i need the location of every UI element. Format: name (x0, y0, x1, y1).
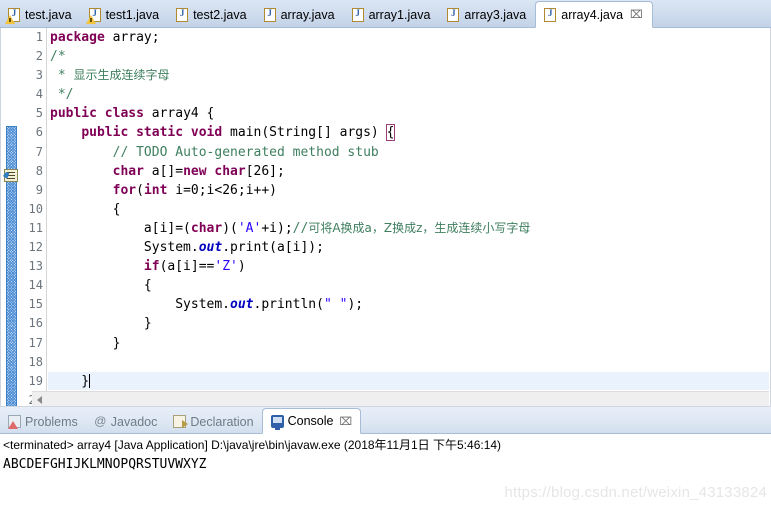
line-number: 7 (35, 144, 43, 159)
editor-tab-label: test.java (25, 8, 72, 22)
console-output: ABCDEFGHIJKLMNOPQRSTUVWXYZ (3, 457, 207, 472)
java-file-warning-icon (85, 8, 101, 24)
tab-declaration[interactable]: Declaration (165, 410, 261, 433)
code-line: */ (50, 87, 74, 103)
console-status-line: <terminated> array4 [Java Application] D… (3, 438, 502, 452)
code-line-current: } (48, 371, 769, 390)
bottom-view-stack: Problems @ Javadoc Declaration Console ⌧… (0, 407, 771, 505)
editor-tab-array3-java[interactable]: array3.java (439, 3, 535, 27)
line-number: 12 (28, 240, 43, 255)
line-number: 18 (28, 354, 43, 369)
code-line: * 显示生成连续字母 (50, 68, 170, 84)
editor-tab-bar: test.java test1.java test2.java array.ja… (0, 0, 771, 28)
editor-tab-array1-java[interactable]: array1.java (344, 3, 440, 27)
code-area[interactable]: package array; /* * 显示生成连续字母 */ public c… (48, 28, 769, 390)
code-line: package array; (50, 30, 160, 45)
line-number: 11 (28, 220, 43, 235)
code-line: a[i]=(char)('A'+i);//可将A换成a，Z换成z，生成连续小写字… (50, 220, 531, 236)
declaration-icon (173, 415, 189, 428)
java-file-warning-icon (5, 8, 20, 24)
javadoc-icon: @ (94, 414, 107, 428)
java-file-icon (544, 7, 557, 22)
console-view[interactable]: <terminated> array4 [Java Application] D… (0, 434, 771, 505)
editor-horizontal-scrollbar[interactable] (32, 391, 769, 407)
tab-console[interactable]: Console ⌧ (261, 408, 362, 434)
code-line: { (50, 278, 152, 294)
editor-tab-label: test1.java (105, 8, 160, 22)
code-line: /* (50, 49, 66, 65)
code-line: if(a[i]=='Z') (143, 259, 246, 275)
line-number: 3 (35, 68, 43, 83)
line-number: 9 (35, 182, 43, 197)
console-icon (270, 414, 284, 430)
line-number: 15 (28, 297, 43, 312)
code-line: // TODO Auto-generated method stub (112, 144, 379, 160)
java-file-icon (447, 8, 460, 22)
line-number: 13 (28, 259, 43, 274)
line-number: 4 (35, 87, 43, 102)
view-tab-bar: Problems @ Javadoc Declaration Console ⌧ (0, 407, 771, 434)
todo-task-icon[interactable] (4, 169, 18, 182)
eclipse-ide-window: test.java test1.java test2.java array.ja… (0, 0, 771, 505)
editor-tab-label: array4.java (561, 7, 624, 22)
code-line: { (50, 201, 121, 217)
line-number: 14 (28, 278, 43, 293)
code-line: } (50, 335, 121, 351)
editor-tab-array-java[interactable]: array.java (256, 3, 344, 27)
scroll-left-arrow-icon[interactable] (37, 396, 42, 404)
tab-javadoc[interactable]: @ Javadoc (86, 410, 166, 433)
close-icon[interactable]: ⌧ (630, 9, 643, 20)
line-number-ruler: 1 2 3 4 5 6 7 8 9 10 11 12 13 14 15 16 1… (19, 28, 47, 407)
code-line: } (50, 316, 152, 332)
line-number: 19 (28, 373, 43, 388)
close-icon[interactable]: ⌧ (339, 416, 352, 427)
code-line: public static void main(String[] args) { (81, 124, 396, 142)
code-line: public class array4 { (50, 106, 215, 122)
editor-tab-array4-java[interactable]: array4.java ⌧ (535, 1, 653, 28)
java-editor[interactable]: 1 2 3 4 5 6 7 8 9 10 11 12 13 14 15 16 1… (0, 28, 771, 413)
view-tab-label: Console (287, 414, 334, 428)
problems-icon (8, 415, 21, 429)
line-number: 6 (35, 125, 43, 140)
line-number: 5 (35, 106, 43, 121)
line-number: 2 (35, 49, 43, 64)
line-number: 17 (28, 335, 43, 350)
line-number: 10 (28, 201, 43, 216)
editor-tab-label: test2.java (193, 8, 247, 22)
java-file-icon (176, 8, 189, 22)
editor-tab-test1-java[interactable]: test1.java (81, 3, 169, 27)
editor-tab-label: array.java (280, 8, 335, 22)
watermark: https://blog.csdn.net/weixin_43133824 (504, 484, 767, 501)
editor-tab-label: array3.java (464, 8, 527, 22)
annotation-ruler[interactable] (2, 28, 19, 413)
code-line: for(int i=0;i<26;i++) (112, 182, 277, 198)
view-tab-label: Javadoc (110, 414, 158, 429)
editor-tab-label: array1.java (368, 8, 431, 22)
editor-tab-test-java[interactable]: test.java (0, 3, 81, 27)
line-number: 1 (35, 30, 43, 44)
editor-tab-test2-java[interactable]: test2.java (168, 3, 256, 27)
line-number: 8 (35, 163, 43, 178)
code-line: char a[]=new char[26]; (112, 163, 285, 179)
view-tab-label: Problems (25, 414, 78, 429)
tab-problems[interactable]: Problems (0, 410, 86, 433)
view-tab-label: Declaration (190, 414, 254, 429)
line-number: 16 (28, 316, 43, 331)
code-line: System.out.print(a[i]); (50, 240, 324, 256)
java-file-icon (263, 8, 276, 22)
text-caret (89, 373, 91, 388)
java-file-icon (351, 8, 364, 22)
code-line: System.out.println(" "); (50, 297, 364, 313)
